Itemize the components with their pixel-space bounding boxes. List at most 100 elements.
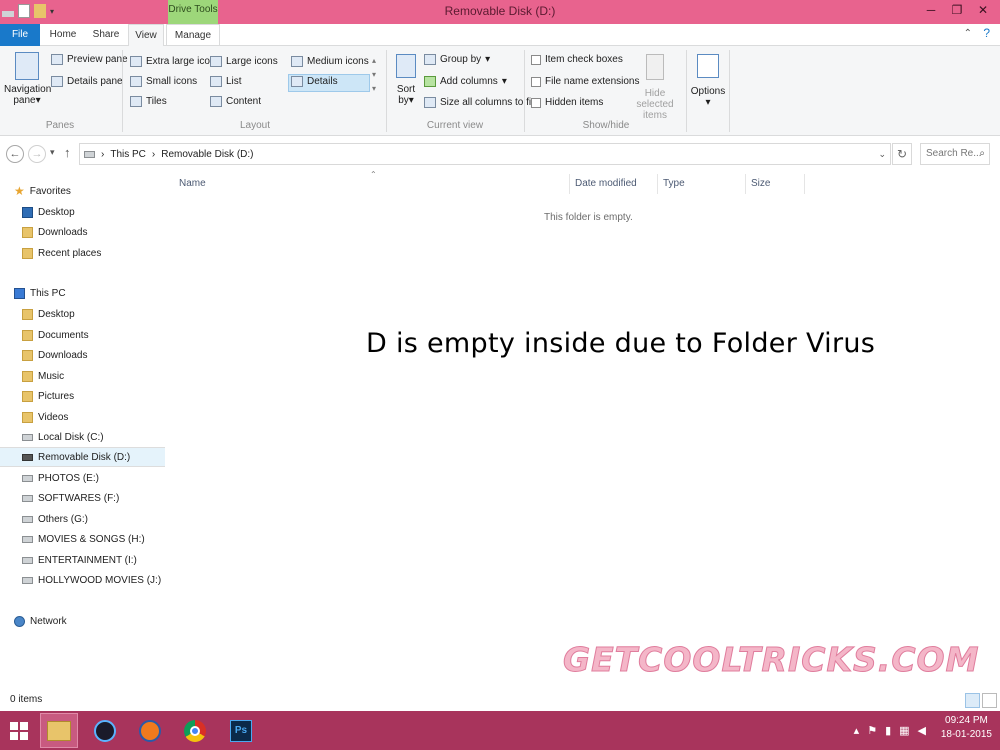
taskbar-photoshop[interactable]: Ps xyxy=(222,713,260,748)
details-view-icon[interactable] xyxy=(965,693,980,708)
taskbar: Ps ▴ ⚑ ▮ ▦ ◀ 09:24 PM 18-01-2015 xyxy=(0,711,1000,750)
breadcrumb-current[interactable]: Removable Disk (D:) xyxy=(161,149,253,160)
column-header-type[interactable]: Type xyxy=(663,178,685,189)
nav-pc-softwares-f[interactable]: SOFTWARES (F:) xyxy=(0,488,165,508)
layout-list[interactable]: List xyxy=(210,76,242,87)
column-header-size[interactable]: Size xyxy=(751,178,770,189)
item-check-boxes-checkbox[interactable] xyxy=(531,54,541,65)
nav-pc-hollywood-movies-j[interactable]: HOLLYWOOD MOVIES (J:) xyxy=(0,570,165,590)
recent-places-icon xyxy=(22,247,33,259)
refresh-button[interactable]: ↻ xyxy=(892,143,912,165)
layout-tiles[interactable]: Tiles xyxy=(130,96,167,107)
drive-icon xyxy=(22,556,33,564)
layout-scroll-arrows[interactable]: ▴ ▾ ▾ xyxy=(372,54,376,96)
extra-large-icons-icon xyxy=(130,56,142,67)
preview-pane-button[interactable]: Preview pane xyxy=(51,54,128,65)
drive-icon xyxy=(22,515,33,523)
tab-file[interactable]: File xyxy=(0,24,40,46)
file-name-extensions-toggle[interactable]: File name extensions xyxy=(531,76,640,87)
downloads-icon xyxy=(22,226,33,238)
tab-manage[interactable]: Manage xyxy=(166,24,220,46)
details-pane-button[interactable]: Details pane xyxy=(51,76,123,87)
close-button[interactable]: ✕ xyxy=(970,2,996,20)
taskbar-media-player[interactable] xyxy=(86,713,124,748)
hidden-items-toggle[interactable]: Hidden items xyxy=(531,97,603,108)
address-dropdown-icon[interactable]: ⌄ xyxy=(878,149,886,160)
nav-fav-downloads[interactable]: Downloads xyxy=(0,222,165,242)
nav-pc-pictures[interactable]: Pictures xyxy=(0,386,165,406)
size-all-columns-button[interactable]: Size all columns to fit xyxy=(424,97,534,108)
hide-selected-items-button[interactable]: Hide selected items xyxy=(628,54,682,121)
back-button[interactable]: ← xyxy=(6,145,24,163)
nav-pc-desktop[interactable]: Desktop xyxy=(0,304,165,324)
layout-details[interactable]: Details xyxy=(291,76,338,87)
nav-pc-documents[interactable]: Documents xyxy=(0,325,165,345)
nav-network[interactable]: Network xyxy=(0,611,165,631)
file-name-extensions-checkbox[interactable] xyxy=(531,76,541,87)
computer-icon xyxy=(14,287,25,299)
sort-by-button[interactable]: Sort by▾ xyxy=(392,54,420,106)
tab-share[interactable]: Share xyxy=(86,24,126,46)
taskbar-file-explorer[interactable] xyxy=(40,713,78,748)
column-header-name[interactable]: Name xyxy=(179,178,206,189)
column-header-date-modified[interactable]: Date modified xyxy=(575,178,637,189)
action-center-flag-icon[interactable]: ⚑ xyxy=(867,724,877,737)
search-icon: ⌕ xyxy=(979,148,985,159)
layout-large-icons[interactable]: Large icons xyxy=(210,56,278,67)
battery-icon[interactable]: ▮ xyxy=(885,724,891,737)
music-folder-icon xyxy=(22,370,33,382)
large-icons-view-icon[interactable] xyxy=(982,693,997,708)
forward-button[interactable]: → xyxy=(28,145,46,163)
group-by-icon xyxy=(424,54,436,65)
nav-favorites[interactable]: ★ Favorites xyxy=(0,181,165,201)
add-columns-button[interactable]: Add columns ▾ xyxy=(424,76,507,87)
taskbar-firefox[interactable] xyxy=(131,713,169,748)
item-check-boxes-toggle[interactable]: Item check boxes xyxy=(531,54,623,65)
layout-small-icons[interactable]: Small icons xyxy=(130,76,197,87)
taskbar-chrome[interactable] xyxy=(176,713,214,748)
folder-icon xyxy=(22,308,33,320)
breadcrumb-this-pc[interactable]: This PC xyxy=(110,149,146,160)
preview-pane-icon xyxy=(51,54,63,65)
nav-pc-downloads[interactable]: Downloads xyxy=(0,345,165,365)
nav-pc-music[interactable]: Music xyxy=(0,366,165,386)
volume-icon[interactable]: ◀ xyxy=(918,724,926,737)
network-status-icon[interactable]: ▦ xyxy=(899,724,909,737)
nav-this-pc[interactable]: This PC xyxy=(0,283,165,303)
collapse-ribbon-icon[interactable]: ⌃ xyxy=(964,28,972,39)
nav-pc-videos[interactable]: Videos xyxy=(0,407,165,427)
folder-icon xyxy=(22,349,33,361)
start-button[interactable] xyxy=(0,713,38,748)
nav-pc-photos-e[interactable]: PHOTOS (E:) xyxy=(0,468,165,488)
address-bar[interactable]: › This PC › Removable Disk (D:) ⌄ xyxy=(79,143,891,165)
nav-pc-local-disk-c[interactable]: Local Disk (C:) xyxy=(0,427,165,447)
nav-fav-desktop[interactable]: Desktop xyxy=(0,202,165,222)
ribbon-tabs: File Home Share View Manage ⌃ ? xyxy=(0,24,1000,47)
show-hidden-icons-icon[interactable]: ▴ xyxy=(854,724,860,737)
navigation-pane-button[interactable]: Navigation pane▾ xyxy=(4,52,51,106)
group-by-button[interactable]: Group by ▾ xyxy=(424,54,490,65)
file-explorer-icon xyxy=(47,720,71,741)
layout-extra-large-icons[interactable]: Extra large icons xyxy=(130,56,220,67)
help-icon[interactable]: ? xyxy=(983,26,990,40)
recent-locations-dropdown-icon[interactable]: ▾ xyxy=(50,147,55,158)
nav-pc-movies-songs-h[interactable]: MOVIES & SONGS (H:) xyxy=(0,529,165,549)
nav-pc-removable-disk-d[interactable]: Removable Disk (D:) xyxy=(0,447,165,467)
options-button[interactable]: Options ▾ xyxy=(690,54,726,108)
clock[interactable]: 09:24 PM 18-01-2015 xyxy=(941,715,992,740)
drive-icon xyxy=(84,150,95,158)
tab-view[interactable]: View xyxy=(128,24,164,47)
layout-medium-icons[interactable]: Medium icons xyxy=(291,56,369,67)
up-arrow-icon[interactable]: ↑ xyxy=(64,145,71,160)
nav-pc-entertainment-i[interactable]: ENTERTAINMENT (I:) xyxy=(0,550,165,570)
current-view-group-label: Current view xyxy=(426,120,484,131)
hidden-items-checkbox[interactable] xyxy=(531,97,541,108)
tab-home[interactable]: Home xyxy=(44,24,82,46)
nav-pc-others-g[interactable]: Others (G:) xyxy=(0,509,165,529)
minimize-button[interactable]: ─ xyxy=(918,2,944,20)
nav-fav-recent-places[interactable]: Recent places xyxy=(0,243,165,263)
search-input[interactable]: Search Re... ⌕ xyxy=(920,143,990,165)
layout-content[interactable]: Content xyxy=(210,96,261,107)
large-icons-icon xyxy=(210,56,222,67)
restore-button[interactable]: ❐ xyxy=(944,2,970,20)
